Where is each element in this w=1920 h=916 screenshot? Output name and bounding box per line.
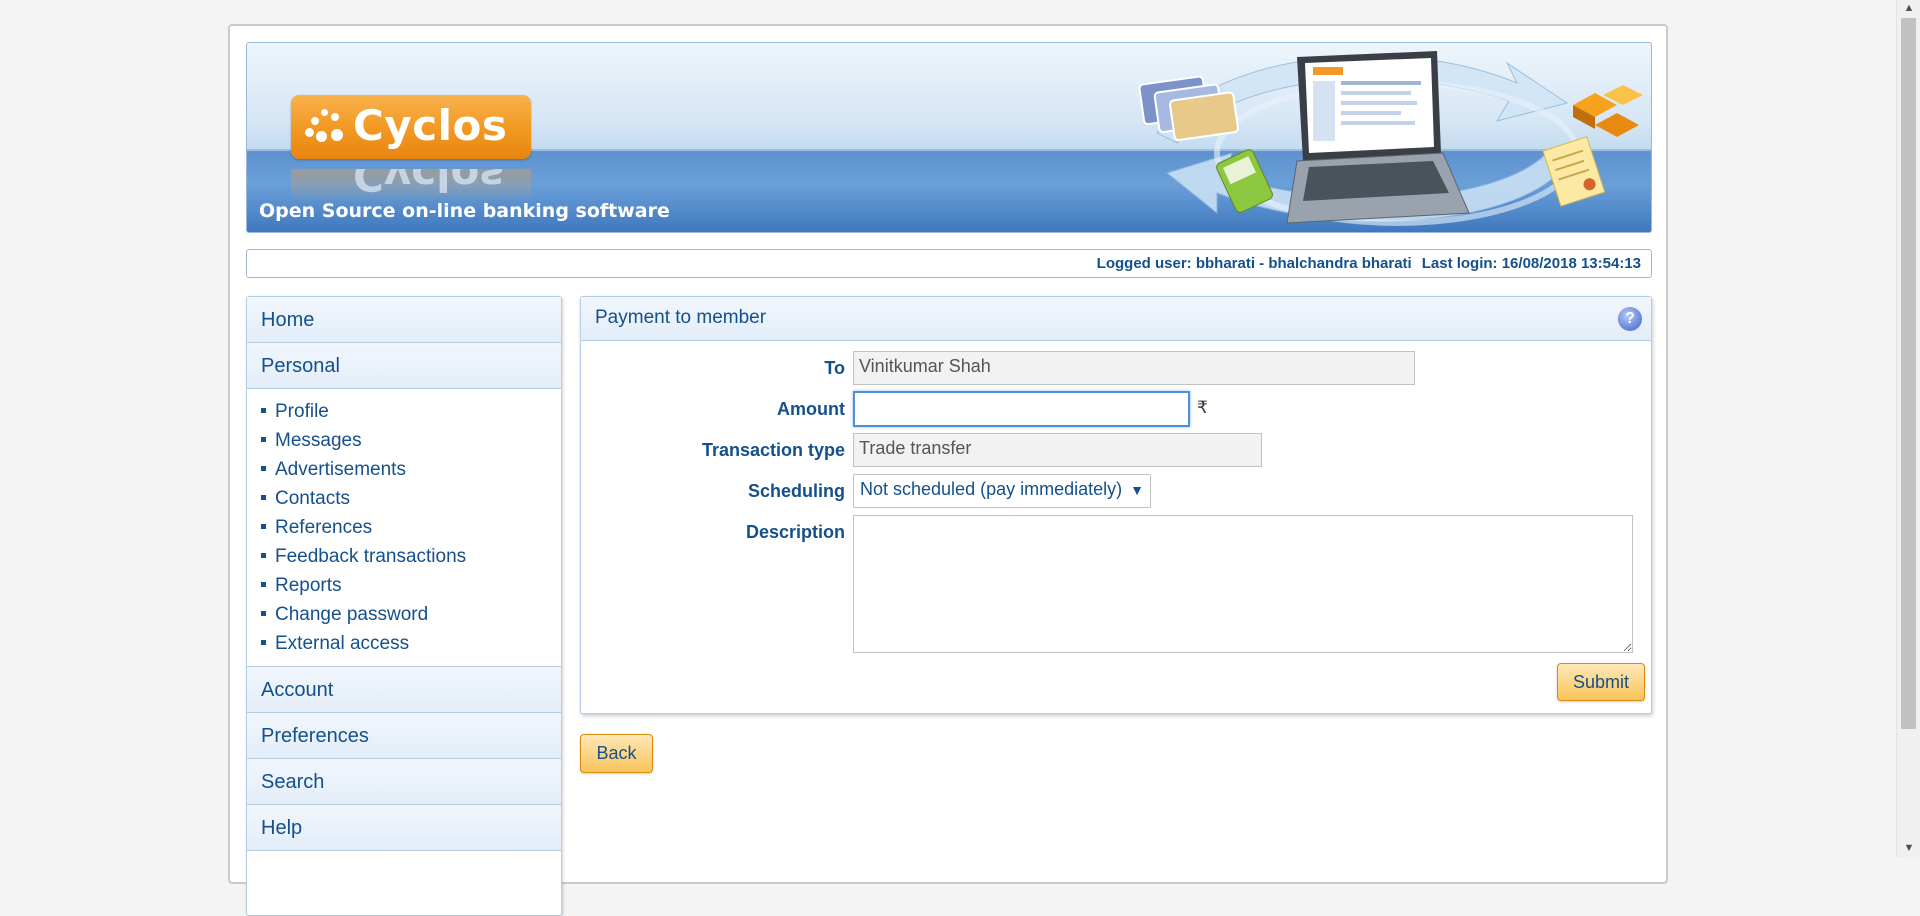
scheduling-label: Scheduling [747,481,845,501]
menu-account[interactable]: Account [247,667,561,713]
personal-submenu: Profile Messages Advertisements Contacts… [247,389,561,667]
bullet-icon [261,611,266,617]
scheduling-selected-value: Not scheduled (pay immediately) [860,479,1123,499]
logo-reflection: Cyclos [291,169,531,203]
to-field: Vinitkumar Shah [853,351,1415,385]
bullet-icon [261,640,266,646]
transaction-type-field: Trade transfer [853,433,1262,467]
amount-label: Amount [777,399,845,419]
submenu-item-label: Change password [275,604,429,625]
menu-help[interactable]: Help [247,805,561,851]
logo-text: Cyclos [353,101,508,150]
submenu-item-messages[interactable]: Messages [261,426,561,455]
menu-personal[interactable]: Personal [247,343,561,389]
bullet-icon [261,466,266,472]
last-login-text: Last login: 16/08/2018 13:54:13 [1421,255,1641,272]
submenu-item-reports[interactable]: Reports [261,571,561,600]
bullet-icon [261,495,266,501]
submenu-item-label: Feedback transactions [275,546,467,567]
description-label: Description [745,522,845,542]
menu-home[interactable]: Home [247,297,561,343]
submenu-item-label: External access [275,633,410,654]
bullet-icon [261,553,266,559]
scroll-down-arrow-icon[interactable]: ▼ [1897,840,1920,857]
login-status-bar: Logged user: bbharati - bhalchandra bhar… [246,249,1652,278]
logged-user-text: Logged user: bbharati - bhalchandra bhar… [1096,255,1412,272]
sidebar-menu: Home Personal Profile Messages Advertise… [246,296,562,916]
submenu-item-advertisements[interactable]: Advertisements [261,455,561,484]
submit-button[interactable]: Submit [1557,663,1645,701]
to-label: To [824,358,845,378]
bullet-icon [261,437,266,443]
tagline: Open Source on-line banking software [259,200,670,222]
bullet-icon [261,524,266,530]
submenu-item-label: References [275,517,373,538]
chevron-down-icon: ▼ [1130,482,1144,498]
vertical-scrollbar[interactable]: ▲ ▼ [1896,0,1920,857]
scheduling-select[interactable]: Not scheduled (pay immediately) ▼ [853,474,1151,508]
header-banner: Cyclos Cyclos Open Source on-line bankin… [246,42,1652,233]
scroll-up-arrow-icon[interactable]: ▲ [1897,0,1920,17]
payment-panel: Payment to member ? To Vinitkumar Shah A… [580,296,1652,714]
submenu-item-label: Profile [275,401,329,422]
submenu-item-label: Messages [275,430,362,451]
cyclos-logo: Cyclos [291,95,531,159]
currency-symbol: ₹ [1197,398,1208,417]
submenu-item-change-password[interactable]: Change password [261,600,561,629]
banner-illustration [1138,51,1643,226]
bullet-icon [261,582,266,588]
page-container: Cyclos Cyclos Open Source on-line bankin… [228,24,1668,916]
submenu-item-contacts[interactable]: Contacts [261,484,561,513]
submenu-item-feedback-transactions[interactable]: Feedback transactions [261,542,561,571]
panel-title: Payment to member [595,307,767,328]
bullet-icon [261,408,266,414]
menu-preferences[interactable]: Preferences [247,713,561,759]
submenu-item-profile[interactable]: Profile [261,397,561,426]
submenu-item-label: Contacts [275,488,350,509]
description-textarea[interactable] [853,515,1633,653]
submenu-item-label: Reports [275,575,342,596]
menu-search[interactable]: Search [247,759,561,805]
scrollbar-thumb[interactable] [1901,18,1916,729]
logo-dots-icon [301,107,351,151]
submenu-item-references[interactable]: References [261,513,561,542]
help-icon[interactable]: ? [1618,307,1642,331]
transaction-type-label: Transaction type [701,440,845,460]
panel-header: Payment to member ? [581,297,1651,341]
back-button[interactable]: Back [580,734,653,773]
submenu-item-label: Advertisements [275,459,406,480]
submenu-item-external-access[interactable]: External access [261,629,561,658]
logo-reflection-text: Cyclos [353,169,505,200]
amount-input[interactable] [853,391,1190,427]
